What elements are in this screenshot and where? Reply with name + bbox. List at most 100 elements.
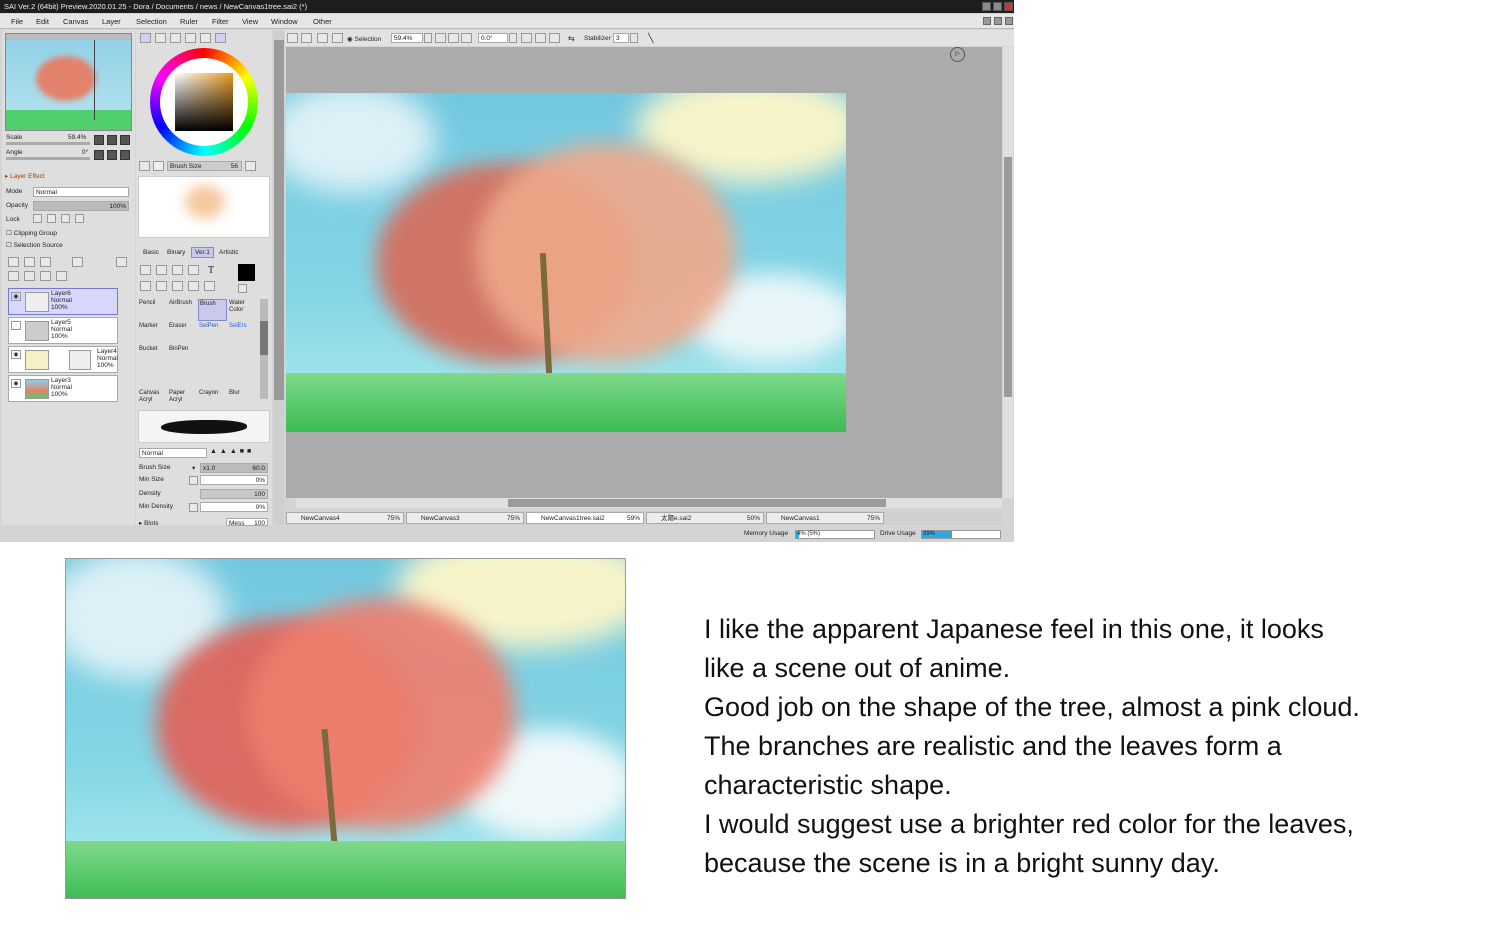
deselect-icon[interactable]	[317, 33, 328, 43]
scratchpad-mode-icon[interactable]	[200, 33, 211, 43]
tool-pencil[interactable]: Pencil	[138, 299, 167, 321]
tool-watercolor[interactable]: Water Color	[228, 299, 257, 321]
pan-icon[interactable]	[188, 281, 199, 291]
mess-slider[interactable]: Mess 100	[226, 518, 268, 527]
tool-list-scrollbar[interactable]	[260, 299, 268, 399]
selection-toggle[interactable]: ◉ Selection	[347, 35, 381, 43]
scale-slider[interactable]	[6, 142, 90, 145]
rotate-right-button[interactable]	[107, 150, 117, 160]
zoom-field[interactable]: 59.4%	[391, 33, 423, 43]
canvas-horizontal-scrollbar[interactable]	[296, 498, 1002, 508]
brush-blend-mode-select[interactable]: Normal	[139, 448, 207, 458]
brush-preview-size-slider[interactable]: Brush Size 56	[167, 161, 242, 171]
pen-pressure-icon[interactable]: ╲	[648, 33, 653, 44]
tool-marker[interactable]: Marker	[138, 322, 167, 344]
rotate-icon[interactable]	[172, 281, 183, 291]
tool-canvas-acryl[interactable]: Canvas Acryl	[138, 389, 167, 411]
canvas-rotate-left-button[interactable]	[521, 33, 532, 43]
stabilizer-dropdown-icon[interactable]	[630, 33, 638, 43]
visibility-eye-icon[interactable]: ◉	[11, 350, 21, 359]
rotation-field[interactable]: 0.0°	[478, 33, 508, 43]
tool-tab-basic[interactable]: Basic	[143, 249, 159, 256]
menu-view[interactable]: View	[242, 17, 258, 26]
tool-bucket[interactable]: Bucket	[138, 345, 167, 367]
saturation-value-square[interactable]	[175, 73, 233, 131]
hand-icon[interactable]	[140, 281, 151, 291]
layer-row[interactable]: ◉ Layer4 Normal 100%	[8, 346, 118, 373]
menu-window[interactable]: Window	[271, 17, 298, 26]
swap-colors-icon[interactable]	[139, 161, 150, 171]
angle-slider[interactable]	[6, 157, 90, 160]
maximize-icon[interactable]	[993, 2, 1002, 11]
mask-icon[interactable]	[116, 257, 127, 267]
doc-tab[interactable]: 太陽e.sai2 50%	[646, 512, 764, 524]
secondary-color-swatch[interactable]	[238, 284, 247, 293]
tool-paper-acryl[interactable]: Paper Acryl	[168, 389, 197, 411]
delete-layer-icon[interactable]	[56, 271, 67, 281]
tool-airbrush[interactable]: AirBrush	[168, 299, 197, 321]
tool-panel-scrollbar[interactable]	[274, 30, 284, 525]
new-folder-icon[interactable]	[40, 257, 51, 267]
doc-close-icon[interactable]	[1005, 17, 1013, 25]
lock-move-icon[interactable]	[61, 214, 70, 223]
brush-size-dropdown-icon[interactable]: ▾	[192, 464, 195, 472]
opacity-slider[interactable]: 100%	[33, 201, 129, 211]
min-size-pressure-icon[interactable]	[189, 476, 198, 485]
swatches-mode-icon[interactable]	[185, 33, 196, 43]
close-icon[interactable]	[1004, 2, 1013, 11]
canvas-zoom-in-button[interactable]	[448, 33, 459, 43]
min-density-pressure-icon[interactable]	[189, 503, 198, 512]
doc-tab[interactable]: NewCanvas4 75%	[286, 512, 404, 524]
transparent-color-icon[interactable]	[153, 161, 164, 171]
canvas-painting[interactable]	[286, 93, 846, 432]
doc-tab[interactable]: NewCanvas3 75%	[406, 512, 524, 524]
flip-horizontal-icon[interactable]: ⇆	[568, 34, 575, 43]
rotate-reset-button[interactable]	[120, 150, 130, 160]
canvas-rotate-reset-button[interactable]	[549, 33, 560, 43]
tool-binpen[interactable]: BinPen	[168, 345, 197, 367]
layer-row[interactable]: ◉ Layer6 Normal 100%	[8, 288, 118, 315]
layer-row[interactable]: ◉ Layer3 Normal 100%	[8, 375, 118, 402]
tool-blur[interactable]: Blur	[228, 389, 257, 411]
layer-effect-header[interactable]: ▸ Layer Effect	[5, 172, 45, 180]
canvas-vertical-scrollbar[interactable]	[1003, 47, 1013, 498]
new-layer-icon[interactable]	[8, 257, 19, 267]
color-wheel-mode-icon[interactable]	[140, 33, 151, 43]
lasso-icon[interactable]	[156, 265, 167, 275]
canvas-rotate-right-button[interactable]	[535, 33, 546, 43]
rotation-dropdown-icon[interactable]	[509, 33, 517, 43]
new-linework-layer-icon[interactable]	[24, 257, 35, 267]
tool-list-scroll-thumb[interactable]	[260, 321, 268, 355]
rotate-left-button[interactable]	[94, 150, 104, 160]
visibility-eye-icon[interactable]: ◉	[11, 292, 21, 301]
menu-selection[interactable]: Selection	[136, 17, 167, 26]
move-icon[interactable]	[188, 265, 199, 275]
doc-tab-active[interactable]: NewCanvas1tree.sai2 59%	[526, 512, 644, 524]
doc-minimize-icon[interactable]	[983, 17, 991, 25]
eyedropper-icon[interactable]	[204, 281, 215, 291]
zoom-in-button[interactable]	[107, 135, 117, 145]
zoom-icon[interactable]	[156, 281, 167, 291]
apply-mask-icon[interactable]	[72, 257, 83, 267]
doc-restore-icon[interactable]	[994, 17, 1002, 25]
tool-crayon[interactable]: Crayon	[198, 389, 227, 411]
brush-edge-shapes[interactable]: ▲▲▲■■	[210, 448, 268, 458]
merge-layer-icon[interactable]	[24, 271, 35, 281]
tool-panel-scroll-thumb[interactable]	[274, 40, 284, 400]
minimize-icon[interactable]	[982, 2, 991, 11]
tool-selers[interactable]: SelErs	[228, 322, 257, 344]
horizontal-scroll-thumb[interactable]	[508, 499, 886, 507]
lock-paint-icon[interactable]	[47, 214, 56, 223]
canvas-zoom-out-button[interactable]	[435, 33, 446, 43]
stabilizer-field[interactable]: 3	[613, 33, 629, 43]
tool-brush[interactable]: Brush	[198, 299, 227, 321]
tool-tab-artistic[interactable]: Artistic	[219, 249, 239, 256]
menu-canvas[interactable]: Canvas	[63, 17, 88, 26]
vertical-scroll-thumb[interactable]	[1004, 157, 1012, 397]
redo-icon[interactable]	[301, 33, 312, 43]
canvas-corner-icon[interactable]: ▷	[950, 47, 965, 62]
brush-size-slider[interactable]: x1.0 60.0	[200, 463, 268, 473]
lock-all-icon[interactable]	[75, 214, 84, 223]
canvas-zoom-reset-button[interactable]	[461, 33, 472, 43]
clipping-group-checkbox[interactable]: ☐ Clipping Group	[6, 229, 57, 237]
